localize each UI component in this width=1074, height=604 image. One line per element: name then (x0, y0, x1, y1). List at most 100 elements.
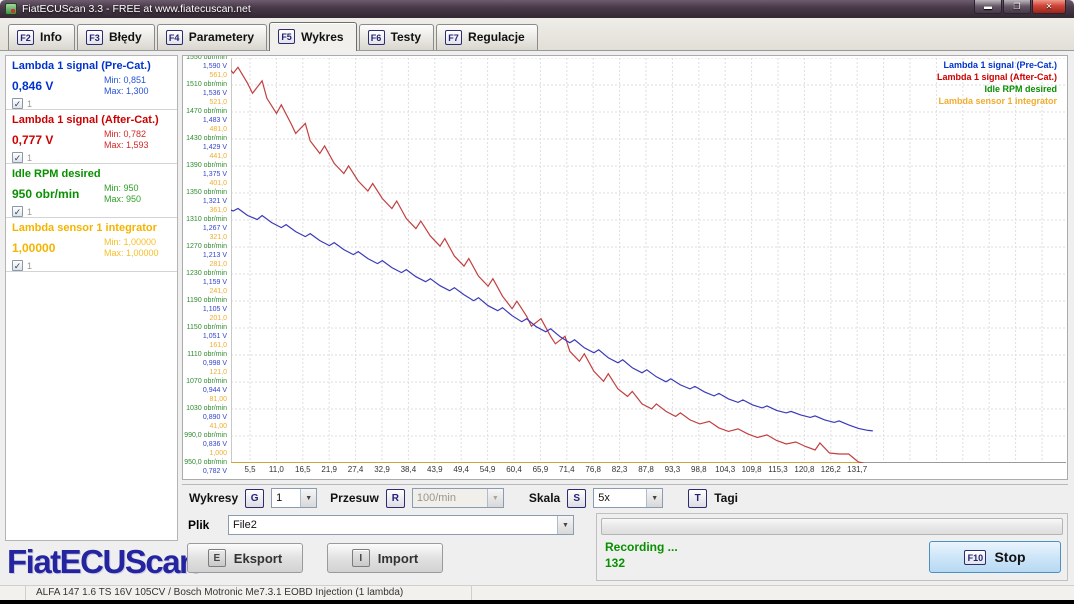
signal-title: Idle RPM desired (12, 168, 171, 181)
status-segment-blank (0, 586, 26, 600)
recording-count: 132 (605, 556, 625, 570)
chevron-down-icon: ▼ (487, 489, 503, 507)
legend-item: Lambda 1 signal (After-Cat.) (937, 71, 1057, 83)
plik-label: Plik (182, 518, 228, 532)
chevron-down-icon: ▼ (646, 489, 662, 507)
recording-status: Recording ... (605, 540, 678, 554)
tab-błędy[interactable]: F3Błędy (77, 24, 155, 50)
tab-info[interactable]: F2 Info (8, 24, 75, 50)
chart-controls-row: Wykresy G 1 ▼ Przesuw R 100/min ▼ Skala … (182, 484, 1068, 511)
import-button[interactable]: I Import (327, 543, 443, 573)
key-f4-badge: F4 (166, 30, 183, 45)
signal-minmax: Min: 0,782Max: 1,593 (104, 129, 149, 151)
signal-minmax: Min: 950Max: 950 (104, 183, 141, 205)
y-axis-tick: 41,00990,0 obr/min0,836 V (183, 422, 227, 449)
title-bar: FiatECUScan 3.3 - FREE at www.fiatecusca… (0, 0, 1074, 18)
chevron-down-icon: ▼ (300, 489, 316, 507)
app-window: FiatECUScan 3.3 - FREE at www.fiatecusca… (0, 0, 1074, 600)
chart-plot (231, 58, 1066, 463)
tab-label: Info (40, 30, 62, 44)
key-f6-badge: F6 (368, 30, 385, 45)
main-area: Lambda 1 signal (Pre-Cat.)0,846 VMin: 0,… (0, 51, 1074, 585)
y-axis-tick: 561,01510 obr/min1,536 V (183, 71, 227, 98)
signal-card: Idle RPM desired 950 obr/minMin: 950Max: … (6, 164, 177, 218)
signal-value: 0,846 V (12, 75, 104, 97)
signal-minmax: Min: 0,851Max: 1,300 (104, 75, 149, 97)
chevron-down-icon: ▼ (557, 516, 573, 534)
key-t-badge: T (688, 489, 707, 508)
signal-card: Lambda 1 signal (After-Cat.) 0,777 VMin: … (6, 110, 177, 164)
legend-item: Idle RPM desired (937, 83, 1057, 95)
y-axis-tick: 441,01390 obr/min1,375 V (183, 152, 227, 179)
key-e-badge: E (208, 549, 226, 567)
x-axis-tick: 131,7 (840, 465, 874, 474)
skala-select[interactable]: 5x ▼ (593, 488, 663, 508)
signal-title: Lambda 1 signal (After-Cat.) (12, 114, 171, 127)
signal-checkbox-label: 1 (27, 153, 32, 163)
y-axis-tick: 1,000950,0 obr/min0,782 V (183, 449, 227, 476)
signal-sidebar: Lambda 1 signal (Pre-Cat.)0,846 VMin: 0,… (5, 55, 178, 541)
wykresy-select[interactable]: 1 ▼ (271, 488, 317, 508)
fiatecuscan-logo: FiatECUScan (7, 543, 198, 581)
stop-button[interactable]: F10 Stop (929, 541, 1061, 573)
signal-title: Lambda 1 signal (Pre-Cat.) (12, 60, 171, 73)
tab-label: Testy (391, 30, 421, 44)
signal-title: Lambda sensor 1 integrator (12, 222, 171, 235)
y-axis-tick: 601,01550 obr/min1,590 V (183, 55, 227, 71)
minimize-button[interactable]: ▬ (974, 0, 1002, 14)
y-axis-tick: 161,01110 obr/min0,998 V (183, 341, 227, 368)
skala-label: Skala (529, 491, 560, 505)
status-bar: ALFA 147 1.6 TS 16V 105CV / Bosch Motron… (0, 585, 1074, 600)
signal-value: 950 obr/min (12, 183, 104, 205)
key-f2-badge: F2 (17, 30, 34, 45)
y-axis-tick: 321,01270 obr/min1,213 V (183, 233, 227, 260)
maximize-button[interactable]: ❐ (1003, 0, 1031, 14)
signal-checkbox[interactable]: ✓ (12, 260, 23, 271)
file-select[interactable]: File2 ▼ (228, 515, 574, 535)
signal-value: 0,777 V (12, 129, 104, 151)
signal-minmax: Min: 1,00000Max: 1,00000 (104, 237, 159, 259)
y-axis-tick: 361,01310 obr/min1,267 V (183, 206, 227, 233)
tab-wykres[interactable]: F5Wykres (269, 22, 356, 51)
signal-checkbox-label: 1 (27, 99, 32, 109)
tab-label: Regulacje (468, 30, 525, 44)
tab-bar: F2 Info F3Błędy F4 Parametery F5Wykres F6 Testy… (0, 18, 1074, 51)
tab-parametery[interactable]: F4 Parametery (157, 24, 267, 50)
signal-checkbox[interactable]: ✓ (12, 206, 23, 217)
signal-checkbox[interactable]: ✓ (12, 152, 23, 163)
chart-legend: Lambda 1 signal (Pre-Cat.)Lambda 1 signa… (937, 59, 1057, 107)
y-axis-tick: 121,01070 obr/min0,944 V (183, 368, 227, 395)
record-panel: Recording ... 132 F10 Stop (596, 513, 1068, 581)
tagi-label: Tagi (714, 491, 738, 505)
key-g-badge: G (245, 489, 264, 508)
y-axis-tick: 241,01190 obr/min1,105 V (183, 287, 227, 314)
przesuw-label: Przesuw (330, 491, 379, 505)
y-axis-tick: 281,01230 obr/min1,159 V (183, 260, 227, 287)
close-button[interactable]: ✕ (1032, 0, 1066, 14)
tab-label: Błędy (109, 30, 142, 44)
tab-testy[interactable]: F6 Testy (359, 24, 434, 50)
tab-regulacje[interactable]: F7 Regulacje (436, 24, 538, 50)
tab-label: Parametery (189, 30, 254, 44)
key-f7-badge: F7 (445, 30, 462, 45)
y-axis-tick: 201,01150 obr/min1,051 V (183, 314, 227, 341)
tab-label: Wykres (301, 30, 343, 44)
key-f10-badge: F10 (964, 550, 986, 565)
y-axis-tick: 521,01470 obr/min1,483 V (183, 98, 227, 125)
przesuw-select: 100/min ▼ (412, 488, 504, 508)
chart-panel: 1,000950,0 obr/min0,782 V41,00990,0 obr/… (182, 55, 1068, 480)
y-axis-tick: 401,01350 obr/min1,321 V (183, 179, 227, 206)
eksport-button[interactable]: E Eksport (187, 543, 303, 573)
signal-value: 1,00000 (12, 237, 104, 259)
signal-checkbox-label: 1 (27, 261, 32, 271)
progress-bar (601, 518, 1063, 535)
series-line (231, 61, 863, 463)
key-r-badge: R (386, 489, 405, 508)
series-line (231, 208, 873, 431)
signal-card: Lambda sensor 1 integrator 1,00000Min: 1,… (6, 218, 177, 272)
key-s-badge: S (567, 489, 586, 508)
app-icon (5, 3, 17, 15)
legend-item: Lambda sensor 1 integrator (937, 95, 1057, 107)
signal-checkbox[interactable]: ✓ (12, 98, 23, 109)
legend-item: Lambda 1 signal (Pre-Cat.) (937, 59, 1057, 71)
